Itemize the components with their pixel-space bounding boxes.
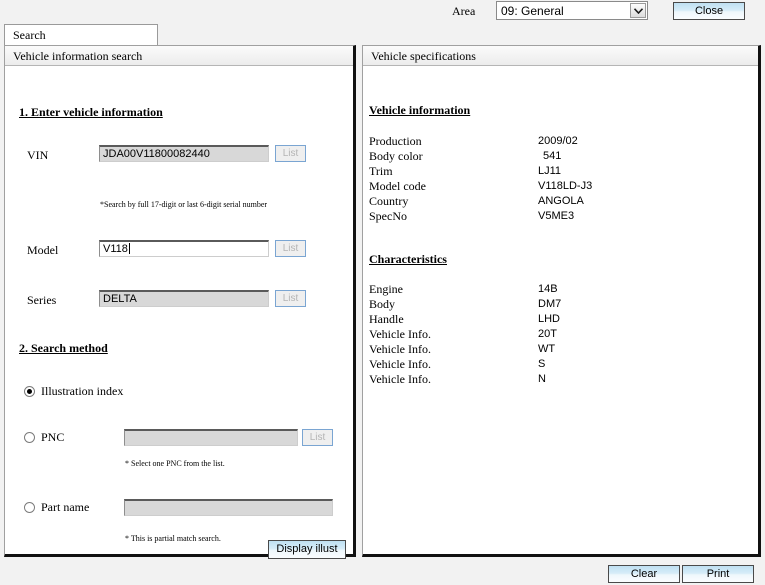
series-label: Series: [27, 293, 56, 308]
radio-part-name-label: Part name: [41, 500, 89, 515]
tab-strip: Search: [0, 24, 765, 45]
radio-pnc-label: PNC: [41, 430, 64, 445]
area-select-value: 09: General: [501, 4, 564, 18]
area-label: Area: [452, 4, 475, 19]
pnc-hint: * Select one PNC from the list.: [125, 459, 225, 468]
model-list-button[interactable]: List: [275, 240, 306, 257]
spec-value: WT: [538, 343, 555, 355]
spec-label: Body color: [369, 149, 423, 164]
spec-label: Body: [369, 297, 395, 312]
left-panel-body: 1. Enter vehicle information VIN JDA00V1…: [5, 66, 353, 554]
display-illust-button[interactable]: Display illust: [268, 540, 346, 559]
spec-label: Production: [369, 134, 422, 149]
spec-label: SpecNo: [369, 209, 407, 224]
radio-illustration-index[interactable]: [24, 386, 35, 397]
text-caret: [129, 243, 130, 254]
spec-value: S: [538, 358, 545, 370]
vin-list-button[interactable]: List: [275, 145, 306, 162]
tab-search[interactable]: Search: [4, 24, 158, 45]
spec-value: ANGOLA: [538, 195, 584, 207]
model-label: Model: [27, 243, 58, 258]
spec-label: Vehicle Info.: [369, 342, 431, 357]
clear-button[interactable]: Clear: [608, 565, 680, 583]
chevron-down-icon[interactable]: [630, 3, 646, 18]
spec-label: Country: [369, 194, 408, 209]
spec-label: Engine: [369, 282, 403, 297]
vin-input[interactable]: JDA00V11800082440: [99, 145, 269, 162]
bottom-bar: Clear Print: [0, 562, 765, 585]
series-list-button[interactable]: List: [275, 290, 306, 307]
pnc-list-button[interactable]: List: [302, 429, 333, 446]
left-panel-header: Vehicle information search: [5, 46, 353, 66]
close-button[interactable]: Close: [673, 2, 745, 20]
spec-value: N: [538, 373, 546, 385]
vehicle-information-search-panel: Vehicle information search 1. Enter vehi…: [4, 45, 356, 557]
spec-label: Vehicle Info.: [369, 327, 431, 342]
characteristics-title: Characteristics: [369, 252, 447, 267]
area-select[interactable]: 09: General: [496, 1, 648, 20]
right-panel-body: Vehicle information Production 2009/02 B…: [363, 66, 758, 554]
spec-value: V5ME3: [538, 210, 574, 222]
part-name-hint: * This is partial match search.: [125, 534, 221, 543]
radio-illustration-index-label: Illustration index: [41, 384, 123, 399]
spec-value: 2009/02: [538, 135, 578, 147]
model-input-value: V118: [103, 243, 128, 255]
vin-label: VIN: [27, 148, 48, 163]
section-search-method-title: 2. Search method: [19, 341, 108, 356]
spec-label: Handle: [369, 312, 404, 327]
spec-value: DM7: [538, 298, 561, 310]
spec-label: Model code: [369, 179, 426, 194]
series-input[interactable]: DELTA: [99, 290, 269, 307]
spec-label: Trim: [369, 164, 393, 179]
spec-value: 20T: [538, 328, 557, 340]
spec-value: LHD: [538, 313, 560, 325]
section-enter-vehicle-information-title: 1. Enter vehicle information: [19, 105, 163, 120]
spec-value: 541: [543, 150, 561, 162]
spec-value: LJ11: [538, 165, 561, 177]
right-panel-header: Vehicle specifications: [363, 46, 758, 66]
vehicle-specifications-panel: Vehicle specifications Vehicle informati…: [362, 45, 761, 557]
model-input[interactable]: V118: [99, 240, 269, 257]
spec-label: Vehicle Info.: [369, 372, 431, 387]
vin-hint: *Search by full 17-digit or last 6-digit…: [100, 200, 267, 209]
radio-part-name[interactable]: [24, 502, 35, 513]
print-button[interactable]: Print: [682, 565, 754, 583]
spec-value: V118LD-J3: [538, 180, 592, 192]
spec-label: Vehicle Info.: [369, 357, 431, 372]
top-bar: Area 09: General Close: [0, 0, 765, 22]
radio-pnc[interactable]: [24, 432, 35, 443]
spec-value: 14B: [538, 283, 558, 295]
vehicle-information-title: Vehicle information: [369, 103, 470, 118]
pnc-input[interactable]: [124, 429, 298, 446]
part-name-input[interactable]: [124, 499, 333, 516]
